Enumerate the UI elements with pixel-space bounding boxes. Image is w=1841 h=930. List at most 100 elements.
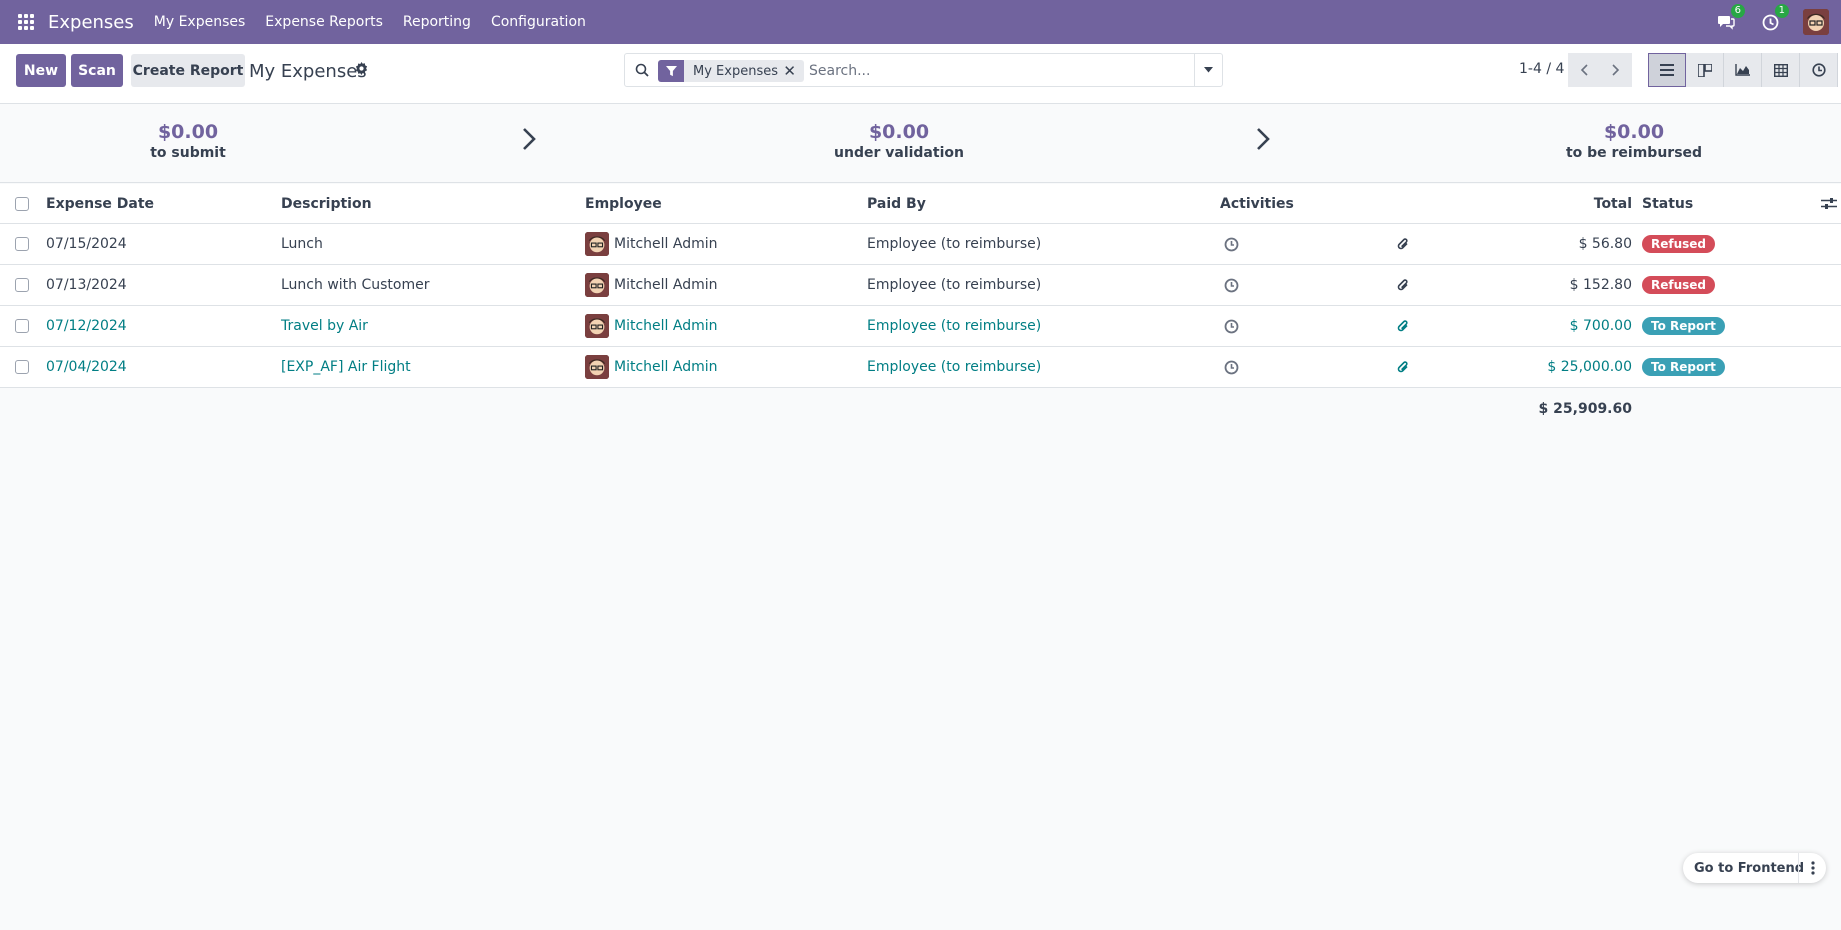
new-button[interactable]: New bbox=[16, 54, 66, 87]
table-icon bbox=[1773, 63, 1788, 77]
menu-my-expenses[interactable]: My Expenses bbox=[154, 14, 246, 30]
pager-previous-button[interactable] bbox=[1568, 53, 1600, 87]
view-switcher bbox=[1648, 53, 1838, 87]
search-icon[interactable] bbox=[635, 63, 649, 81]
summary-to-be-reimbursed[interactable]: $0.00 to be reimbursed bbox=[1514, 121, 1754, 161]
expense-employee[interactable]: Mitchell Admin bbox=[585, 347, 718, 387]
control-panel: New Scan Create Report My Expenses My Ex… bbox=[0, 44, 1841, 104]
gear-icon[interactable] bbox=[355, 62, 368, 79]
expense-description: Lunch bbox=[281, 236, 323, 252]
scan-button[interactable]: Scan bbox=[71, 54, 123, 87]
summary-under-validation[interactable]: $0.00 under validation bbox=[779, 121, 1019, 161]
column-expense-date[interactable]: Expense Date bbox=[46, 184, 154, 223]
activities-button[interactable]: 1 bbox=[1759, 4, 1789, 33]
row-checkbox[interactable] bbox=[15, 278, 29, 292]
expense-employee[interactable]: Mitchell Admin bbox=[585, 224, 718, 264]
status-badge: To Report bbox=[1642, 358, 1725, 376]
menu-reporting[interactable]: Reporting bbox=[403, 14, 471, 30]
list-view-button[interactable] bbox=[1648, 53, 1686, 87]
activity-clock-icon[interactable] bbox=[1224, 265, 1239, 305]
activity-clock-icon[interactable] bbox=[1224, 224, 1239, 264]
expense-total: $ 152.80 bbox=[1569, 277, 1632, 293]
employee-name: Mitchell Admin bbox=[614, 318, 718, 334]
search-facet-my-expenses: My Expenses ✕ bbox=[684, 60, 804, 82]
row-checkbox[interactable] bbox=[15, 237, 29, 251]
graph-view-button[interactable] bbox=[1724, 53, 1762, 87]
grand-total: $ 25,909.60 bbox=[1538, 400, 1632, 417]
status-badge: Refused bbox=[1642, 235, 1716, 253]
expense-date: 07/04/2024 bbox=[46, 359, 127, 375]
activity-clock-icon[interactable] bbox=[1224, 306, 1239, 346]
activity-clock-icon[interactable] bbox=[1224, 347, 1239, 387]
go-to-frontend-button[interactable]: Go to Frontend bbox=[1694, 861, 1804, 876]
expense-employee[interactable]: Mitchell Admin bbox=[585, 306, 718, 346]
pager-next-button[interactable] bbox=[1600, 53, 1632, 87]
more-options-icon[interactable] bbox=[1798, 853, 1826, 883]
filter-icon bbox=[658, 60, 684, 82]
column-description[interactable]: Description bbox=[281, 184, 372, 223]
optional-columns-icon[interactable] bbox=[1821, 184, 1837, 223]
facet-close-icon[interactable]: ✕ bbox=[783, 62, 796, 80]
page-title: My Expenses bbox=[249, 61, 367, 82]
table-row[interactable]: 07/04/2024 [EXP_AF] Air Flight Mitchell … bbox=[0, 347, 1841, 388]
expense-paid-by: Employee (to reimburse) bbox=[867, 277, 1042, 293]
chevron-right-icon bbox=[1612, 64, 1620, 76]
menu-expense-reports[interactable]: Expense Reports bbox=[265, 14, 383, 30]
app-brand[interactable]: Expenses bbox=[48, 12, 134, 33]
table-row[interactable]: 07/12/2024 Travel by Air Mitchell Admin … bbox=[0, 306, 1841, 347]
summary-amount: $0.00 bbox=[868, 121, 930, 143]
paperclip-icon[interactable] bbox=[1396, 347, 1410, 387]
clock-icon bbox=[1811, 63, 1826, 77]
chevron-right-icon bbox=[1256, 127, 1270, 155]
summary-label: to be reimbursed bbox=[1565, 145, 1703, 161]
top-navbar: Expenses My Expenses Expense Reports Rep… bbox=[0, 0, 1841, 44]
expense-paid-by: Employee (to reimburse) bbox=[867, 236, 1042, 252]
search-input[interactable] bbox=[809, 60, 1169, 82]
summary-to-submit[interactable]: $0.00 to submit bbox=[68, 121, 308, 161]
row-checkbox[interactable] bbox=[15, 360, 29, 374]
column-total[interactable]: Total bbox=[1500, 184, 1632, 223]
expense-employee[interactable]: Mitchell Admin bbox=[585, 265, 718, 305]
select-all-checkbox[interactable] bbox=[15, 196, 29, 211]
user-avatar-icon bbox=[1803, 9, 1829, 35]
expense-paid-by: Employee (to reimburse) bbox=[867, 318, 1042, 334]
expense-description: [EXP_AF] Air Flight bbox=[281, 359, 411, 375]
paperclip-icon[interactable] bbox=[1396, 265, 1410, 305]
employee-name: Mitchell Admin bbox=[614, 277, 718, 293]
expense-summary: $0.00 to submit $0.00 under validation $… bbox=[0, 105, 1841, 183]
status-badge: Refused bbox=[1642, 276, 1716, 294]
expense-date: 07/15/2024 bbox=[46, 236, 127, 252]
menu-configuration[interactable]: Configuration bbox=[491, 14, 586, 30]
column-paid-by[interactable]: Paid By bbox=[867, 184, 926, 223]
activity-view-button[interactable] bbox=[1800, 53, 1838, 87]
employee-avatar bbox=[585, 314, 609, 338]
column-employee[interactable]: Employee bbox=[585, 184, 662, 223]
pager-value[interactable]: 1-4 / 4 bbox=[1519, 61, 1564, 77]
summary-amount: $0.00 bbox=[1603, 121, 1665, 143]
column-activities[interactable]: Activities bbox=[1220, 184, 1294, 223]
table-row[interactable]: 07/13/2024 Lunch with Customer Mitchell … bbox=[0, 265, 1841, 306]
search-options-toggle[interactable] bbox=[1194, 54, 1222, 86]
user-avatar[interactable] bbox=[1803, 9, 1829, 35]
pivot-view-button[interactable] bbox=[1762, 53, 1800, 87]
caret-down-icon bbox=[1204, 67, 1213, 73]
messages-button[interactable]: 6 bbox=[1715, 4, 1745, 33]
summary-label: under validation bbox=[834, 145, 964, 161]
column-status[interactable]: Status bbox=[1642, 184, 1693, 223]
expense-paid-by: Employee (to reimburse) bbox=[867, 359, 1042, 375]
summary-label: to submit bbox=[150, 145, 226, 161]
chat-icon bbox=[1718, 16, 1735, 30]
table-row[interactable]: 07/15/2024 Lunch Mitchell Admin Employee… bbox=[0, 224, 1841, 265]
summary-amount: $0.00 bbox=[157, 121, 219, 143]
table-footer: $ 25,909.60 bbox=[0, 388, 1841, 429]
employee-avatar bbox=[585, 355, 609, 379]
paperclip-icon[interactable] bbox=[1396, 224, 1410, 264]
create-report-button[interactable]: Create Report bbox=[131, 54, 245, 87]
paperclip-icon[interactable] bbox=[1396, 306, 1410, 346]
employee-name: Mitchell Admin bbox=[614, 236, 718, 252]
expense-date: 07/13/2024 bbox=[46, 277, 127, 293]
expenses-list: Expense Date Description Employee Paid B… bbox=[0, 184, 1841, 429]
kanban-view-button[interactable] bbox=[1686, 53, 1724, 87]
row-checkbox[interactable] bbox=[15, 319, 29, 333]
apps-menu-icon[interactable] bbox=[18, 13, 36, 31]
